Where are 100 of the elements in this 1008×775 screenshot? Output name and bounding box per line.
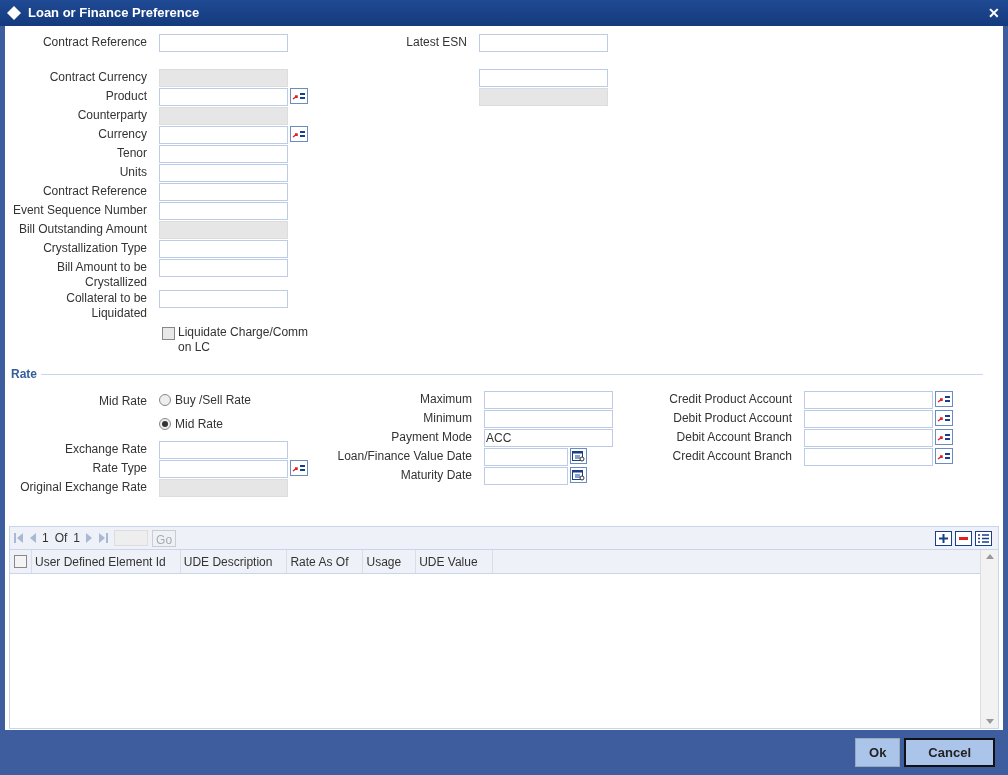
lookup-icon [937, 432, 951, 442]
window-title: Loan or Finance Preference [28, 4, 201, 23]
diamond-icon [6, 5, 22, 21]
column-header[interactable]: UDE Value [416, 550, 493, 573]
radio-button[interactable] [159, 418, 171, 430]
lookup-button[interactable] [290, 126, 308, 142]
input-field[interactable] [479, 34, 608, 52]
field-label: Collateral to be Liquidated [65, 291, 147, 321]
input-field[interactable] [159, 290, 288, 308]
column-header[interactable]: UDE Description [180, 550, 288, 573]
field-label: Counterparty [77, 108, 147, 123]
section-title: Rate [11, 366, 37, 383]
dialog-button[interactable]: Cancel [904, 738, 995, 767]
delete-row-button[interactable] [955, 530, 972, 546]
field-label: Original Exchange Rate [20, 480, 147, 495]
field-label: Credit Account Branch [672, 449, 792, 464]
scroll-down-icon[interactable] [985, 719, 994, 724]
lookup-button[interactable] [935, 410, 953, 426]
field-label: Latest ESN [406, 35, 467, 50]
field-label: Bill Outstanding Amount [18, 222, 147, 237]
input-field[interactable] [479, 69, 608, 87]
add-row-button[interactable] [935, 530, 952, 546]
field-label: Tenor [116, 146, 147, 161]
field-label: Maturity Date [400, 468, 472, 483]
field-label: Maximum [420, 392, 472, 407]
scroll-up-icon[interactable] [985, 554, 994, 559]
lookup-button[interactable] [935, 391, 953, 407]
page-total: 1 [73, 530, 81, 547]
field-label: Bill Amount to be Crystallized [55, 260, 147, 290]
lookup-icon [292, 91, 306, 101]
input-field[interactable]: ACC [484, 429, 613, 447]
dialog-button[interactable]: Ok [855, 738, 901, 767]
field-label: Currency [98, 127, 147, 142]
first-page-icon[interactable] [14, 533, 23, 543]
field-label: Debit Account Branch [676, 430, 792, 445]
field-label: Contract Reference [42, 35, 147, 50]
lookup-icon [937, 451, 951, 461]
input-field[interactable] [804, 410, 933, 428]
input-field[interactable] [159, 145, 288, 163]
select-all-checkbox[interactable] [14, 555, 27, 568]
page-input[interactable] [114, 530, 149, 546]
radio-button[interactable] [159, 394, 171, 406]
next-page-icon[interactable] [86, 533, 94, 543]
input-field[interactable] [484, 391, 613, 409]
lookup-icon [937, 413, 951, 423]
calendar-icon [572, 469, 585, 481]
lookup-button[interactable] [935, 448, 953, 464]
last-page-icon[interactable] [99, 533, 109, 543]
field-label: Units [119, 165, 147, 180]
input-field[interactable] [159, 88, 288, 106]
field-label: Rate Type [92, 461, 147, 476]
calendar-button[interactable] [570, 448, 587, 464]
previous-page-icon[interactable] [29, 533, 36, 543]
close-button[interactable]: ✕ [988, 2, 1000, 24]
page-number: 1 [42, 530, 49, 547]
input-field[interactable] [159, 126, 288, 144]
column-header[interactable]: Rate As Of [287, 550, 364, 573]
lookup-button[interactable] [290, 460, 308, 476]
input-field[interactable] [159, 259, 288, 277]
scrollbar[interactable] [980, 550, 998, 728]
column-header[interactable]: User Defined Element Id [32, 550, 181, 573]
field-label: Contract Reference [42, 184, 147, 199]
input-field[interactable] [159, 240, 288, 258]
input-field[interactable] [484, 467, 568, 485]
field-label: Credit Product Account [669, 392, 792, 407]
field-label: Crystallization Type [43, 241, 147, 256]
radio-label: Buy /Sell Rate [175, 392, 252, 409]
field-label: Debit Product Account [673, 411, 792, 426]
lookup-button[interactable] [935, 429, 953, 445]
field-label: Payment Mode [391, 430, 472, 445]
input-field[interactable] [159, 34, 288, 52]
lookup-icon [292, 129, 306, 139]
lookup-icon [937, 394, 951, 404]
field-label: Minimum [423, 411, 472, 426]
lookup-button[interactable] [290, 88, 308, 104]
calendar-icon [572, 450, 585, 462]
checkbox[interactable] [162, 327, 175, 340]
input-field[interactable] [159, 441, 288, 459]
details-button[interactable] [975, 530, 992, 546]
page-of: Of [54, 530, 68, 547]
list-icon [978, 533, 989, 543]
field-label: Contract Currency [49, 70, 147, 85]
input-field[interactable] [159, 460, 288, 478]
input-field[interactable] [159, 164, 288, 182]
calendar-button[interactable] [570, 467, 587, 483]
field-label: Mid Rate [98, 394, 147, 408]
input-field[interactable] [484, 410, 613, 428]
input-field[interactable] [159, 183, 288, 201]
column-header[interactable]: Usage [363, 550, 417, 573]
field-label: Exchange Rate [64, 442, 147, 457]
input-field[interactable] [159, 202, 288, 220]
checkbox-label: Liquidate Charge/Comm on LC [178, 325, 310, 355]
field-label: Loan/Finance Value Date [337, 449, 472, 464]
lookup-icon [292, 463, 306, 473]
minus-icon [959, 536, 968, 540]
input-field[interactable] [484, 448, 568, 466]
input-field[interactable] [804, 429, 933, 447]
input-field[interactable] [804, 391, 933, 409]
input-field[interactable] [804, 448, 933, 466]
plus-icon [939, 533, 948, 543]
